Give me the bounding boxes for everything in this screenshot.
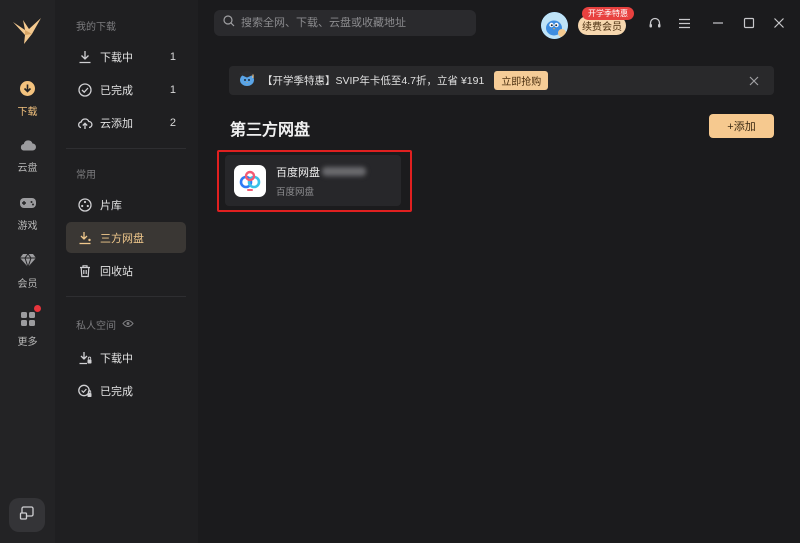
cloud-upload-icon (77, 115, 93, 131)
sidebar-item-label: 已完成 (100, 84, 133, 97)
rail-label: 云盘 (17, 162, 38, 174)
section-header-private-label: 私人空间 (76, 321, 116, 332)
sidebar-item-cloud-add[interactable]: 云添加 2 (66, 107, 186, 138)
rail-label: 会员 (17, 278, 38, 290)
lock-download-icon (77, 350, 93, 366)
avatar-bird-icon (541, 12, 568, 39)
rail-item-cloud[interactable]: 云盘 (0, 128, 55, 180)
sidebar-item-label: 回收站 (100, 265, 133, 278)
promo-banner: 【开学季特惠】SVIP年卡低至4.7折，立省 ¥191 立即抢购 (229, 66, 774, 95)
drive-name: 百度网盘 (276, 164, 366, 180)
download-icon (18, 79, 38, 99)
blurred-account-name (322, 167, 366, 176)
sidebar-item-recycle-bin[interactable]: 回收站 (66, 255, 186, 286)
item-count: 1 (169, 83, 176, 96)
sidebar-item-label: 已完成 (100, 385, 133, 398)
drive-subtitle: 百度网盘 (276, 186, 315, 198)
sidebar: 我的下载 下载中 1 已完成 1 云添加 2 常用 片库 三方网盘 回收站 私人… (55, 0, 198, 543)
diamond-icon (18, 251, 38, 271)
notification-dot (32, 303, 42, 313)
banner-close-icon[interactable] (748, 74, 760, 86)
page-title: 第三方网盘 (230, 122, 311, 139)
item-count: 1 (169, 50, 176, 63)
sidebar-item-private-completed[interactable]: 已完成 (66, 375, 186, 406)
buy-now-button[interactable]: 立即抢购 (494, 71, 549, 90)
graduation-cap-icon (237, 69, 257, 92)
banner-text: 【开学季特惠】SVIP年卡低至4.7折，立省 ¥191 (262, 75, 485, 87)
section-header-private: 私人空间 (76, 317, 134, 332)
download-tray-icon (77, 230, 93, 246)
download-arrow-icon (77, 49, 93, 65)
close-icon[interactable] (771, 15, 787, 31)
sidebar-item-film-library[interactable]: 片库 (66, 189, 186, 220)
maximize-icon[interactable] (741, 15, 757, 31)
search-input[interactable] (241, 17, 461, 29)
search-bar[interactable] (214, 10, 476, 36)
rail-item-more[interactable]: 更多 (0, 302, 55, 354)
baidu-netdisk-logo-icon (234, 164, 266, 197)
mini-window-icon (19, 505, 35, 526)
sidebar-item-label: 下载中 (100, 51, 133, 64)
menu-icon[interactable] (676, 15, 692, 31)
eye-icon[interactable] (122, 319, 134, 331)
headset-icon[interactable] (647, 15, 663, 31)
sidebar-item-third-party-drive[interactable]: 三方网盘 (66, 222, 186, 253)
grid-icon (18, 303, 42, 329)
drive-name-text: 百度网盘 (276, 166, 320, 179)
minimize-icon[interactable] (710, 15, 726, 31)
mini-mode-button[interactable] (9, 498, 45, 532)
cloud-icon (18, 135, 38, 155)
sidebar-item-label: 云添加 (100, 117, 133, 130)
rail-item-vip[interactable]: 会员 (0, 244, 55, 296)
sidebar-item-private-downloading[interactable]: 下载中 (66, 342, 186, 373)
divider (66, 296, 186, 297)
avatar[interactable] (541, 12, 568, 39)
sidebar-item-downloading[interactable]: 下载中 1 (66, 41, 186, 72)
app-logo-icon (10, 14, 44, 48)
promo-badge: 开学季特惠 (582, 7, 634, 20)
check-circle-icon (77, 82, 93, 98)
film-reel-icon (77, 197, 93, 213)
item-count: 2 (169, 116, 176, 129)
drive-card-baidu[interactable]: 百度网盘 百度网盘 (225, 155, 401, 206)
sidebar-item-label: 三方网盘 (100, 232, 144, 245)
search-icon (223, 14, 235, 32)
rail-item-download[interactable]: 下载 (0, 72, 55, 124)
section-header-common: 常用 (76, 170, 96, 181)
rail-label: 更多 (17, 336, 38, 348)
sidebar-item-completed[interactable]: 已完成 1 (66, 74, 186, 105)
rail-label: 游戏 (17, 220, 38, 232)
trash-icon (77, 263, 93, 279)
sidebar-item-label: 下载中 (100, 352, 133, 365)
icon-rail: 下载 云盘 游戏 会员 更多 (0, 0, 55, 543)
rail-item-games[interactable]: 游戏 (0, 186, 55, 238)
add-drive-button[interactable]: +添加 (709, 114, 774, 138)
sidebar-item-label: 片库 (100, 199, 122, 212)
gamepad-icon (18, 193, 38, 213)
rail-label: 下载 (17, 106, 38, 118)
lock-check-icon (77, 383, 93, 399)
divider (66, 148, 186, 149)
section-header-my-downloads: 我的下载 (76, 22, 116, 33)
